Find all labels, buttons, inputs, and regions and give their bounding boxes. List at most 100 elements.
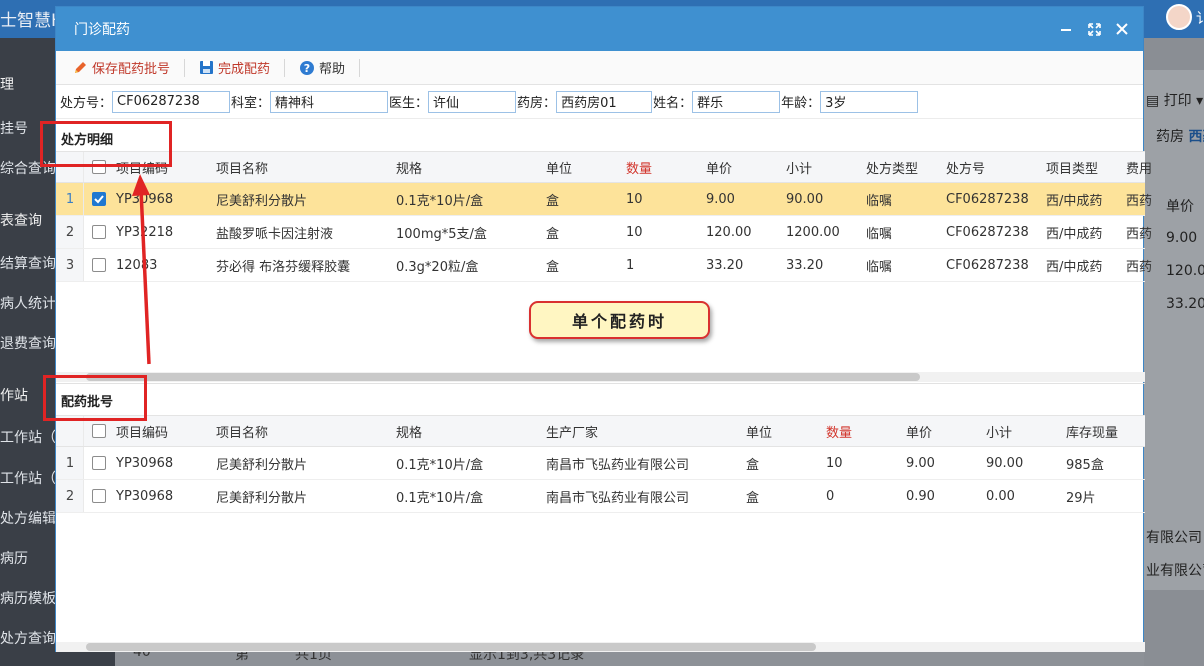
column-header[interactable]: 规格 xyxy=(396,416,422,446)
table-cell: 尼美舒利分散片 xyxy=(216,457,308,473)
age-label: 年龄： xyxy=(781,96,821,111)
detail-scrollbar[interactable] xyxy=(86,373,920,381)
column-header[interactable]: 数量 xyxy=(626,152,652,182)
table-cell: 临嘱 xyxy=(866,193,893,209)
table-cell: 1200.00 xyxy=(786,224,840,240)
table-row[interactable]: 2 YP32218 盐酸罗哌卡因注射液 100mg*5支/盒 盒 10 120.00 1200… xyxy=(56,216,1152,249)
dept-field[interactable] xyxy=(270,90,389,113)
checkbox-cell xyxy=(92,447,106,479)
batch-scrollbar[interactable] xyxy=(86,643,816,651)
table-row[interactable]: 1 YP30968 尼美舒利分散片 0.1克*10片/盒 南昌市飞弘药业有限公司 盒 10 9… xyxy=(56,447,1145,480)
section-divider xyxy=(56,383,1145,384)
avatar[interactable] xyxy=(1166,4,1192,30)
table-cell: 1 xyxy=(626,257,635,273)
table-row[interactable]: 3 12083 芬必得 布洛芬缓释胶囊 0.3g*20粒/盒 盒 1 33.20 33.20 临… xyxy=(56,249,1152,282)
save-batch-button[interactable]: 保存配药批号 xyxy=(64,56,178,80)
user-name: 讠 xyxy=(1196,11,1204,27)
table-cell: YP30968 xyxy=(116,488,174,504)
row-checkbox[interactable] xyxy=(92,225,106,239)
doctor-field[interactable] xyxy=(428,90,517,113)
sidebar-item[interactable]: 理 xyxy=(0,74,60,94)
column-header[interactable]: 处方号 xyxy=(946,152,985,182)
complete-dispense-label: 完成配药 xyxy=(218,62,271,77)
print-button[interactable]: ▤ 打印 ▾ xyxy=(1146,90,1203,110)
table-cell: 盒 xyxy=(746,457,760,473)
table-cell: 90.00 xyxy=(786,191,824,207)
age-field[interactable] xyxy=(820,90,919,113)
toolbar-separator xyxy=(184,58,186,77)
help-button[interactable]: ? 帮助 xyxy=(291,56,353,80)
column-header[interactable]: 处方类型 xyxy=(866,152,918,182)
sidebar-item[interactable]: 处方编辑 xyxy=(0,508,60,528)
table-cell: 尼美舒利分散片 xyxy=(216,490,308,506)
row-checkbox[interactable] xyxy=(92,456,106,470)
patient-name-field[interactable] xyxy=(692,90,781,113)
row-checkbox[interactable] xyxy=(92,258,106,272)
table-row[interactable]: 2 YP30968 尼美舒利分散片 0.1克*10片/盒 南昌市飞弘药业有限公司 盒 0 0.… xyxy=(56,480,1145,513)
toolbar-separator xyxy=(359,58,361,77)
table-cell: 西/中成药 xyxy=(1046,226,1103,242)
table-cell: 尼美舒利分散片 xyxy=(216,193,308,209)
table-cell: 12083 xyxy=(116,257,158,273)
row-checkbox[interactable] xyxy=(92,192,106,206)
column-header[interactable]: 费用 xyxy=(1126,152,1152,182)
checkbox-cell xyxy=(92,216,106,248)
table-cell: 10 xyxy=(626,224,643,240)
select-all-checkbox[interactable] xyxy=(92,424,106,438)
table-cell: 120.00 xyxy=(706,224,752,240)
pharmacy-label: 药房： xyxy=(517,96,557,111)
table-cell: 南昌市飞弘药业有限公司 xyxy=(546,490,690,506)
patient-name-label: 姓名： xyxy=(653,96,693,111)
save-icon xyxy=(200,61,214,74)
highlight-batch-title xyxy=(43,375,147,421)
column-header[interactable]: 项目名称 xyxy=(216,416,268,446)
table-cell: 0 xyxy=(826,488,835,504)
sidebar-item[interactable]: 工作站（ xyxy=(0,427,60,447)
table-cell: YP30968 xyxy=(116,455,174,471)
table-cell: 临嘱 xyxy=(866,259,893,275)
table-cell: 0.3g*20粒/盒 xyxy=(396,259,479,275)
complete-dispense-button[interactable]: 完成配药 xyxy=(191,56,278,80)
sidebar-item[interactable]: 病历模板 xyxy=(0,588,60,608)
column-header[interactable]: 单价 xyxy=(706,152,732,182)
column-header[interactable]: 小计 xyxy=(986,416,1012,446)
checkbox-cell xyxy=(92,480,106,512)
sidebar-item[interactable]: 处方查询 xyxy=(0,628,60,648)
table-cell: 9.00 xyxy=(706,191,735,207)
sidebar-item[interactable]: 结算查询 xyxy=(0,253,60,273)
pencil-icon xyxy=(75,61,86,73)
column-header[interactable]: 小计 xyxy=(786,152,812,182)
column-header[interactable]: 单价 xyxy=(906,416,932,446)
column-header[interactable]: 项目类型 xyxy=(1046,152,1098,182)
check-icon xyxy=(94,195,104,204)
column-header[interactable]: 单位 xyxy=(546,152,572,182)
column-header[interactable]: 单位 xyxy=(746,416,772,446)
detail-grid: 项目编码 项目名称 规格 单位 数量 单价 小计 处方类型 处方号 项目类型 费用 1 YP30968 尼… xyxy=(56,151,1152,282)
rx-no-field[interactable] xyxy=(112,90,231,113)
column-header[interactable]: 数量 xyxy=(826,416,852,446)
table-cell: 西药 xyxy=(1126,193,1153,209)
pharmacy-field[interactable] xyxy=(556,90,653,113)
table-row[interactable]: 1 YP30968 尼美舒利分散片 0.1克*10片/盒 盒 10 9.00 90.00 临嘱 C… xyxy=(56,183,1152,216)
sidebar-item[interactable]: 表查询 xyxy=(0,210,60,230)
column-header[interactable]: 规格 xyxy=(396,152,422,182)
sidebar-item[interactable]: 病人统计表 xyxy=(0,293,60,313)
checkbox-cell xyxy=(92,183,106,215)
sidebar-item[interactable]: 工作站（ xyxy=(0,468,60,488)
sidebar-item[interactable]: 病历 xyxy=(0,548,60,568)
column-header[interactable]: 生产厂家 xyxy=(546,416,598,446)
sidebar-item[interactable]: 退费查询 xyxy=(0,333,60,353)
table-cell: 盒 xyxy=(546,226,560,242)
table-cell: CF06287238 xyxy=(946,257,1029,273)
close-icon[interactable] xyxy=(1115,22,1129,36)
table-cell: 0.1克*10片/盒 xyxy=(396,490,484,506)
minimize-icon[interactable] xyxy=(1059,22,1073,36)
row-number: 1 xyxy=(65,455,75,471)
table-cell: 100mg*5支/盒 xyxy=(396,226,487,242)
table-cell: 盒 xyxy=(546,259,560,275)
row-checkbox[interactable] xyxy=(92,489,106,503)
table-cell: 临嘱 xyxy=(866,226,893,242)
maximize-icon[interactable] xyxy=(1087,22,1101,36)
column-header[interactable]: 项目名称 xyxy=(216,152,268,182)
column-header[interactable]: 库存现量 xyxy=(1066,416,1118,446)
